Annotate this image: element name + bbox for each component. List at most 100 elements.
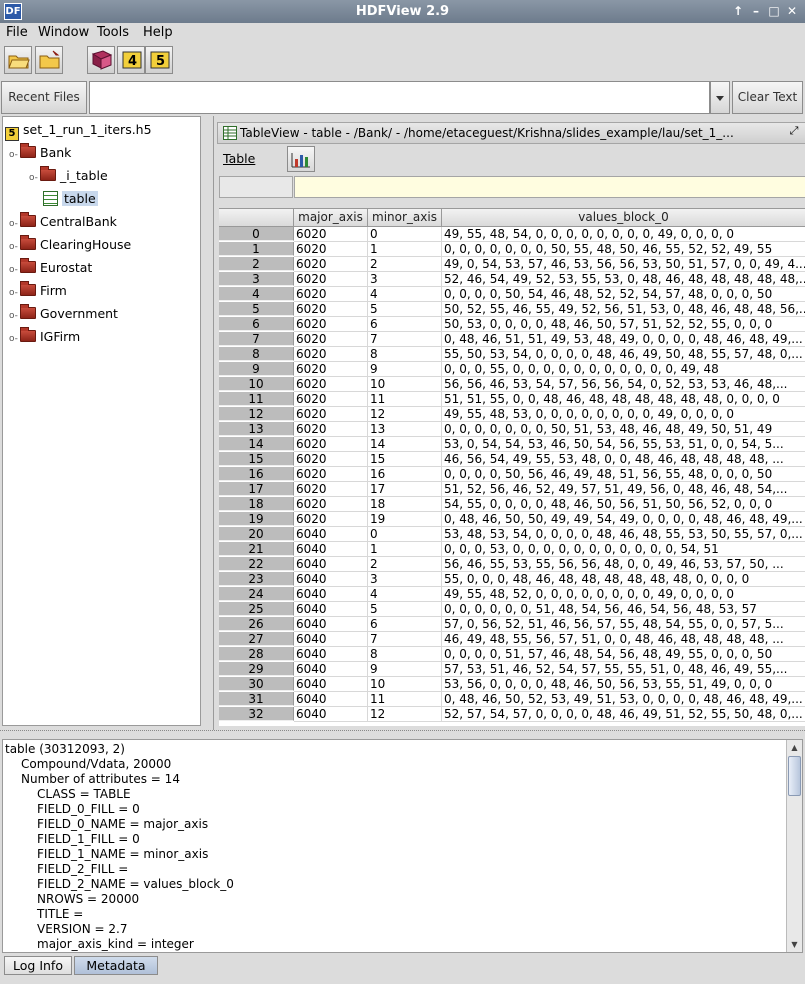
row-header[interactable]: 30 bbox=[219, 677, 294, 691]
table-cell[interactable]: 51, 51, 55, 0, 0, 48, 46, 48, 48, 48, 48… bbox=[442, 392, 805, 407]
tree-root[interactable]: 5 set_1_run_1_iters.h5 bbox=[5, 120, 152, 141]
table-cell[interactable]: 9 bbox=[368, 362, 442, 377]
table-cell[interactable]: 56, 46, 55, 53, 55, 56, 56, 48, 0, 0, 49… bbox=[442, 557, 805, 572]
table-cell[interactable]: 11 bbox=[368, 392, 442, 407]
table-cell[interactable]: 0 bbox=[368, 527, 442, 542]
table-cell[interactable]: 2 bbox=[368, 557, 442, 572]
minimize-icon[interactable]: – bbox=[748, 3, 764, 19]
recent-files-button[interactable]: Recent Files bbox=[1, 81, 87, 114]
table-cell[interactable]: 2 bbox=[368, 257, 442, 272]
table-cell[interactable]: 51, 52, 56, 46, 52, 49, 57, 51, 49, 56, … bbox=[442, 482, 805, 497]
help-button[interactable] bbox=[87, 46, 115, 74]
menu-window[interactable]: Window bbox=[38, 25, 89, 40]
table-cell[interactable]: 14 bbox=[368, 437, 442, 452]
tab-log-info[interactable]: Log Info bbox=[4, 956, 72, 975]
tree-item-centralbank[interactable]: o- CentralBank bbox=[9, 212, 117, 232]
row-header[interactable]: 27 bbox=[219, 632, 294, 646]
tab-metadata[interactable]: Metadata bbox=[74, 956, 158, 975]
table-cell[interactable]: 0, 0, 0, 53, 0, 0, 0, 0, 0, 0, 0, 0, 0, … bbox=[442, 542, 805, 557]
scroll-down-icon[interactable]: ▼ bbox=[787, 937, 802, 952]
row-header[interactable]: 20 bbox=[219, 527, 294, 541]
row-header[interactable]: 11 bbox=[219, 392, 294, 406]
keep-above-icon[interactable]: ↑ bbox=[730, 3, 746, 19]
table-cell[interactable]: 53, 48, 53, 54, 0, 0, 0, 0, 48, 46, 48, … bbox=[442, 527, 805, 542]
row-header[interactable]: 15 bbox=[219, 452, 294, 466]
table-cell[interactable]: 6040 bbox=[294, 632, 368, 647]
table-cell[interactable]: 6020 bbox=[294, 482, 368, 497]
tableview-title-bar[interactable]: TableView - table - /Bank/ - /home/etace… bbox=[217, 122, 805, 144]
row-header[interactable]: 29 bbox=[219, 662, 294, 676]
table-cell[interactable]: 6040 bbox=[294, 707, 368, 722]
table-cell[interactable]: 6040 bbox=[294, 587, 368, 602]
row-header[interactable]: 14 bbox=[219, 437, 294, 451]
table-cell[interactable]: 49, 55, 48, 53, 0, 0, 0, 0, 0, 0, 0, 0, … bbox=[442, 407, 805, 422]
table-cell[interactable]: 6020 bbox=[294, 512, 368, 527]
cell-value-editor[interactable] bbox=[294, 176, 805, 198]
table-cell[interactable]: 0, 48, 46, 50, 50, 49, 49, 54, 49, 0, 0,… bbox=[442, 512, 805, 527]
row-header[interactable]: 32 bbox=[219, 707, 294, 721]
table-cell[interactable]: 46, 56, 54, 49, 55, 53, 48, 0, 0, 48, 46… bbox=[442, 452, 805, 467]
table-cell[interactable]: 11 bbox=[368, 692, 442, 707]
row-header[interactable]: 5 bbox=[219, 302, 294, 316]
menu-help[interactable]: Help bbox=[143, 25, 173, 40]
row-header[interactable]: 26 bbox=[219, 617, 294, 631]
row-header[interactable]: 0 bbox=[219, 227, 294, 241]
collapsed-toggle-icon[interactable]: o- bbox=[9, 237, 18, 257]
table-cell[interactable]: 46, 49, 48, 55, 56, 57, 51, 0, 0, 48, 46… bbox=[442, 632, 805, 647]
table-cell[interactable]: 4 bbox=[368, 587, 442, 602]
collapsed-toggle-icon[interactable]: o- bbox=[9, 329, 18, 349]
table-cell[interactable]: 6020 bbox=[294, 422, 368, 437]
open-remote-button[interactable] bbox=[35, 46, 63, 74]
open-file-button[interactable] bbox=[4, 46, 32, 74]
row-header[interactable]: 19 bbox=[219, 512, 294, 526]
table-cell[interactable]: 49, 0, 54, 53, 57, 46, 53, 56, 56, 53, 5… bbox=[442, 257, 805, 272]
table-cell[interactable]: 6040 bbox=[294, 692, 368, 707]
table-cell[interactable]: 7 bbox=[368, 332, 442, 347]
table-cell[interactable]: 6020 bbox=[294, 392, 368, 407]
table-cell[interactable]: 0, 48, 46, 51, 51, 49, 53, 48, 49, 0, 0,… bbox=[442, 332, 805, 347]
tree-item-firm[interactable]: o- Firm bbox=[9, 281, 67, 301]
table-cell[interactable]: 6020 bbox=[294, 287, 368, 302]
table-cell[interactable]: 6020 bbox=[294, 332, 368, 347]
table-cell[interactable]: 6040 bbox=[294, 617, 368, 632]
table-cell[interactable]: 6040 bbox=[294, 572, 368, 587]
collapsed-toggle-icon[interactable]: o- bbox=[9, 214, 18, 234]
table-cell[interactable]: 0, 0, 0, 55, 0, 0, 0, 0, 0, 0, 0, 0, 0, … bbox=[442, 362, 805, 377]
table-cell[interactable]: 16 bbox=[368, 467, 442, 482]
row-header[interactable]: 8 bbox=[219, 347, 294, 361]
info-scrollbar[interactable]: ▲ ▼ bbox=[786, 740, 802, 952]
collapsed-toggle-icon[interactable]: o- bbox=[9, 283, 18, 303]
table-cell[interactable]: 6020 bbox=[294, 497, 368, 512]
tree-item-government[interactable]: o- Government bbox=[9, 304, 118, 324]
table-cell[interactable]: 6020 bbox=[294, 302, 368, 317]
close-icon[interactable]: ✕ bbox=[784, 3, 800, 19]
row-header[interactable]: 16 bbox=[219, 467, 294, 481]
recent-files-input[interactable] bbox=[89, 81, 710, 114]
table-cell[interactable]: 19 bbox=[368, 512, 442, 527]
scroll-up-icon[interactable]: ▲ bbox=[787, 740, 802, 755]
table-cell[interactable]: 6040 bbox=[294, 662, 368, 677]
table-cell[interactable]: 3 bbox=[368, 572, 442, 587]
table-cell[interactable]: 7 bbox=[368, 632, 442, 647]
table-cell[interactable]: 15 bbox=[368, 452, 442, 467]
table-cell[interactable]: 6020 bbox=[294, 272, 368, 287]
table-cell[interactable]: 13 bbox=[368, 422, 442, 437]
table-cell[interactable]: 55, 0, 0, 0, 48, 46, 48, 48, 48, 48, 48,… bbox=[442, 572, 805, 587]
table-cell[interactable]: 10 bbox=[368, 677, 442, 692]
maximize-frame-icon[interactable]: ⤢ bbox=[787, 124, 801, 138]
row-header[interactable]: 4 bbox=[219, 287, 294, 301]
tree-item-igfirm[interactable]: o- IGFirm bbox=[9, 327, 80, 347]
row-header[interactable]: 31 bbox=[219, 692, 294, 706]
table-cell[interactable]: 1 bbox=[368, 242, 442, 257]
horizontal-split-divider[interactable] bbox=[0, 730, 805, 738]
row-header[interactable]: 1 bbox=[219, 242, 294, 256]
row-header[interactable]: 6 bbox=[219, 317, 294, 331]
table-cell[interactable]: 4 bbox=[368, 287, 442, 302]
chart-button[interactable] bbox=[287, 146, 315, 172]
table-cell[interactable]: 0, 0, 0, 0, 0, 0, 0, 50, 51, 53, 48, 46,… bbox=[442, 422, 805, 437]
table-cell[interactable]: 10 bbox=[368, 377, 442, 392]
table-cell[interactable]: 6020 bbox=[294, 452, 368, 467]
table-cell[interactable]: 18 bbox=[368, 497, 442, 512]
column-header-minor-axis[interactable]: minor_axis bbox=[368, 209, 442, 227]
table-cell[interactable]: 6020 bbox=[294, 257, 368, 272]
